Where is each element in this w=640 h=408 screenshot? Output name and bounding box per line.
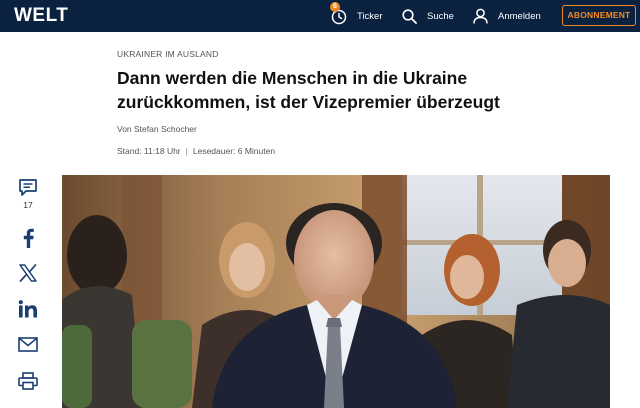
linkedin-icon <box>18 300 37 318</box>
mail-icon <box>18 337 38 352</box>
share-x-button[interactable] <box>16 264 40 282</box>
share-linkedin-button[interactable] <box>16 300 40 318</box>
top-navigation-bar: WELT 6 Ticker Suche Anmelden ABONNEMENT <box>0 0 640 32</box>
ticker-label: Ticker <box>357 10 383 22</box>
user-icon <box>473 8 488 24</box>
article-hero-image <box>62 175 610 408</box>
login-button[interactable]: Anmelden <box>473 0 541 32</box>
login-label: Anmelden <box>498 10 541 22</box>
logo-text: WELT <box>14 5 69 26</box>
article-read-time: Lesedauer: 6 Minuten <box>192 146 276 156</box>
print-button[interactable] <box>16 372 40 390</box>
meta-separator: | <box>185 146 188 156</box>
article-headline: Dann werden die Menschen in die Ukraine … <box>117 68 500 112</box>
article-byline: Von Stefan Schocher <box>117 124 197 134</box>
article-kicker[interactable]: UKRAINER IM AUSLAND <box>117 49 219 59</box>
comments-button[interactable] <box>16 178 40 197</box>
article-meta: Stand: 11:18 Uhr | Lesedauer: 6 Minuten <box>117 146 275 156</box>
comment-count: 17 <box>23 200 33 210</box>
share-facebook-button[interactable] <box>16 228 40 248</box>
facebook-icon <box>23 228 34 248</box>
search-label: Suche <box>427 10 454 22</box>
comment-icon <box>19 179 37 196</box>
print-icon <box>18 372 38 390</box>
article-timestamp: Stand: 11:18 Uhr <box>117 146 181 156</box>
share-mail-button[interactable] <box>16 337 40 352</box>
search-icon <box>402 8 417 24</box>
ticker-badge: 6 <box>330 2 340 12</box>
ticker-button[interactable]: 6 Ticker <box>330 0 383 32</box>
x-icon <box>19 264 37 282</box>
welt-logo[interactable]: WELT <box>14 5 68 27</box>
subscribe-button[interactable]: ABONNEMENT <box>562 5 636 26</box>
search-button[interactable]: Suche <box>402 0 454 32</box>
